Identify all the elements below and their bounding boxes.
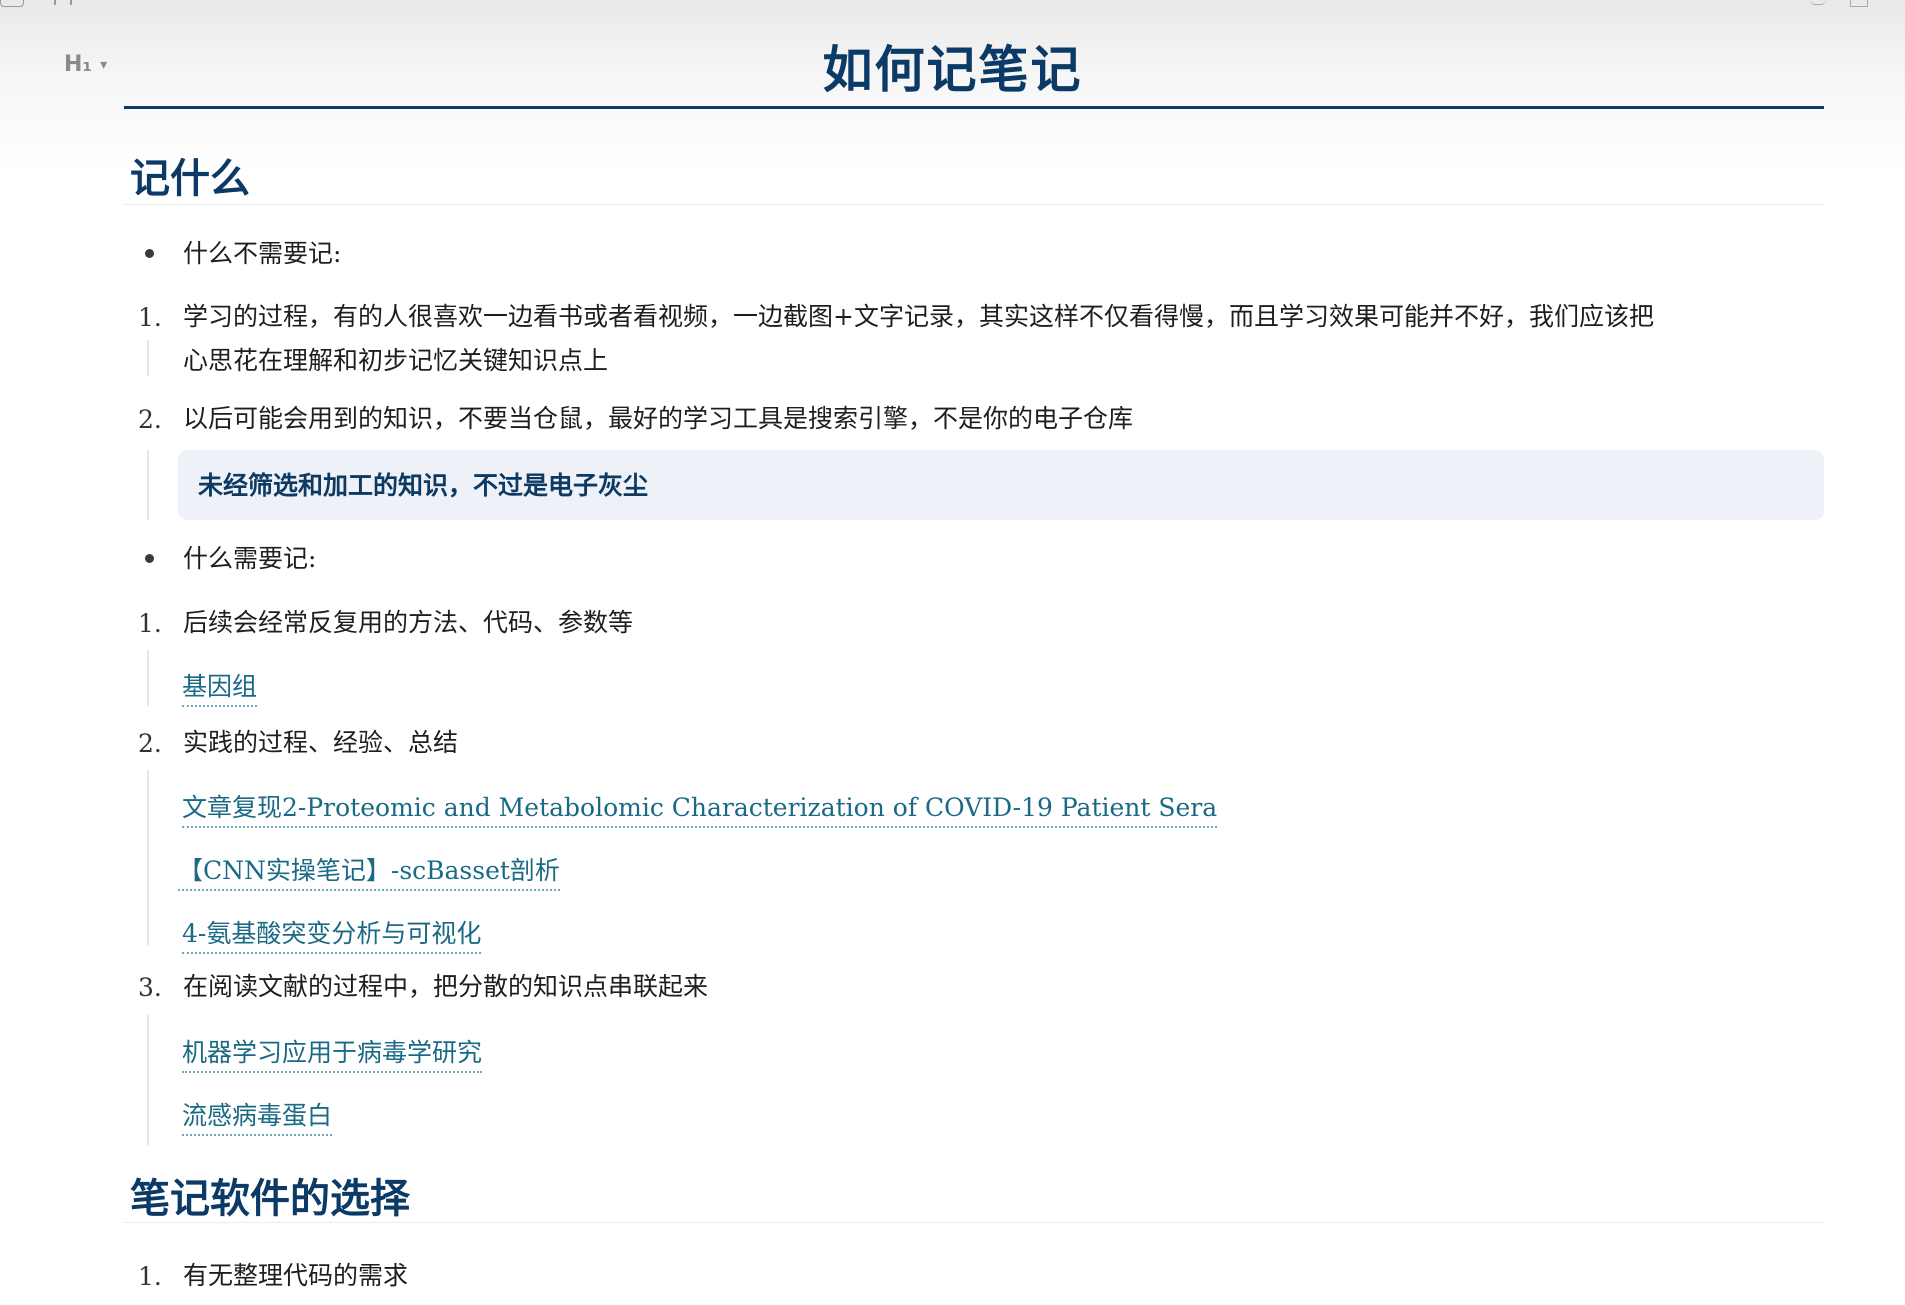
section-heading-what-to-note: 记什么 [130,155,250,202]
note-link-genome[interactable]: 基因组 [182,667,258,707]
window-controls-right [1800,0,1900,8]
bullet-marker [145,249,154,258]
note-link-influenza-protein[interactable]: 流感病毒蛋白 [182,1096,333,1136]
indent-guide [147,650,149,706]
indent-guide [147,1015,149,1145]
list-number: 3. [138,973,162,1002]
list-item-text: 在阅读文献的过程中，把分散的知识点串联起来 [183,972,709,1001]
section-divider [124,1222,1824,1223]
section-heading-software-choice: 笔记软件的选择 [130,1175,410,1222]
list-number: 2. [138,405,162,434]
list-item-text-continued: 心思花在理解和初步记忆关键知识点上 [183,346,609,375]
callout-block: 未经筛选和加工的知识，不过是电子灰尘 [178,450,1824,520]
bullet-marker [145,554,154,563]
list-item-text: 以后可能会用到的知识，不要当仓鼠，最好的学习工具是搜索引擎，不是你的电子仓库 [183,404,1134,433]
list-item-text: 实践的过程、经验、总结 [183,728,459,757]
callout-text: 未经筛选和加工的知识，不过是电子灰尘 [198,471,649,500]
indent-guide [147,450,149,520]
list-number: 1. [138,609,162,638]
note-link-article-reproduction[interactable]: 文章复现2-Proteomic and Metabolomic Characte… [182,788,1218,828]
section-divider [124,204,1824,205]
note-link-cnn-notes[interactable]: 【CNN实操笔记】-scBasset剖析 [178,851,560,891]
list-number: 1. [138,303,162,332]
note-link-machine-learning-virology[interactable]: 机器学习应用于病毒学研究 [182,1033,483,1073]
note-link-amino-acid-mutation[interactable]: 4-氨基酸突变分析与可视化 [182,914,482,954]
window-controls-left [0,0,80,8]
indent-guide [147,770,149,945]
list-item-what-to-note: 什么需要记: [183,544,317,573]
list-item-text: 学习的过程，有的人很喜欢一边看书或者看视频，一边截图+文字记录，其实这样不仅看得… [183,302,1654,331]
list-item-what-not-to-note: 什么不需要记: [183,239,342,268]
title-divider [124,106,1824,109]
list-number: 1. [138,1262,162,1291]
indent-guide [147,340,149,376]
list-number: 2. [138,729,162,758]
list-item-text: 有无整理代码的需求 [183,1261,409,1290]
document-title: 如何记笔记 [822,40,1083,99]
list-item-text: 后续会经常反复用的方法、代码、参数等 [183,608,634,637]
